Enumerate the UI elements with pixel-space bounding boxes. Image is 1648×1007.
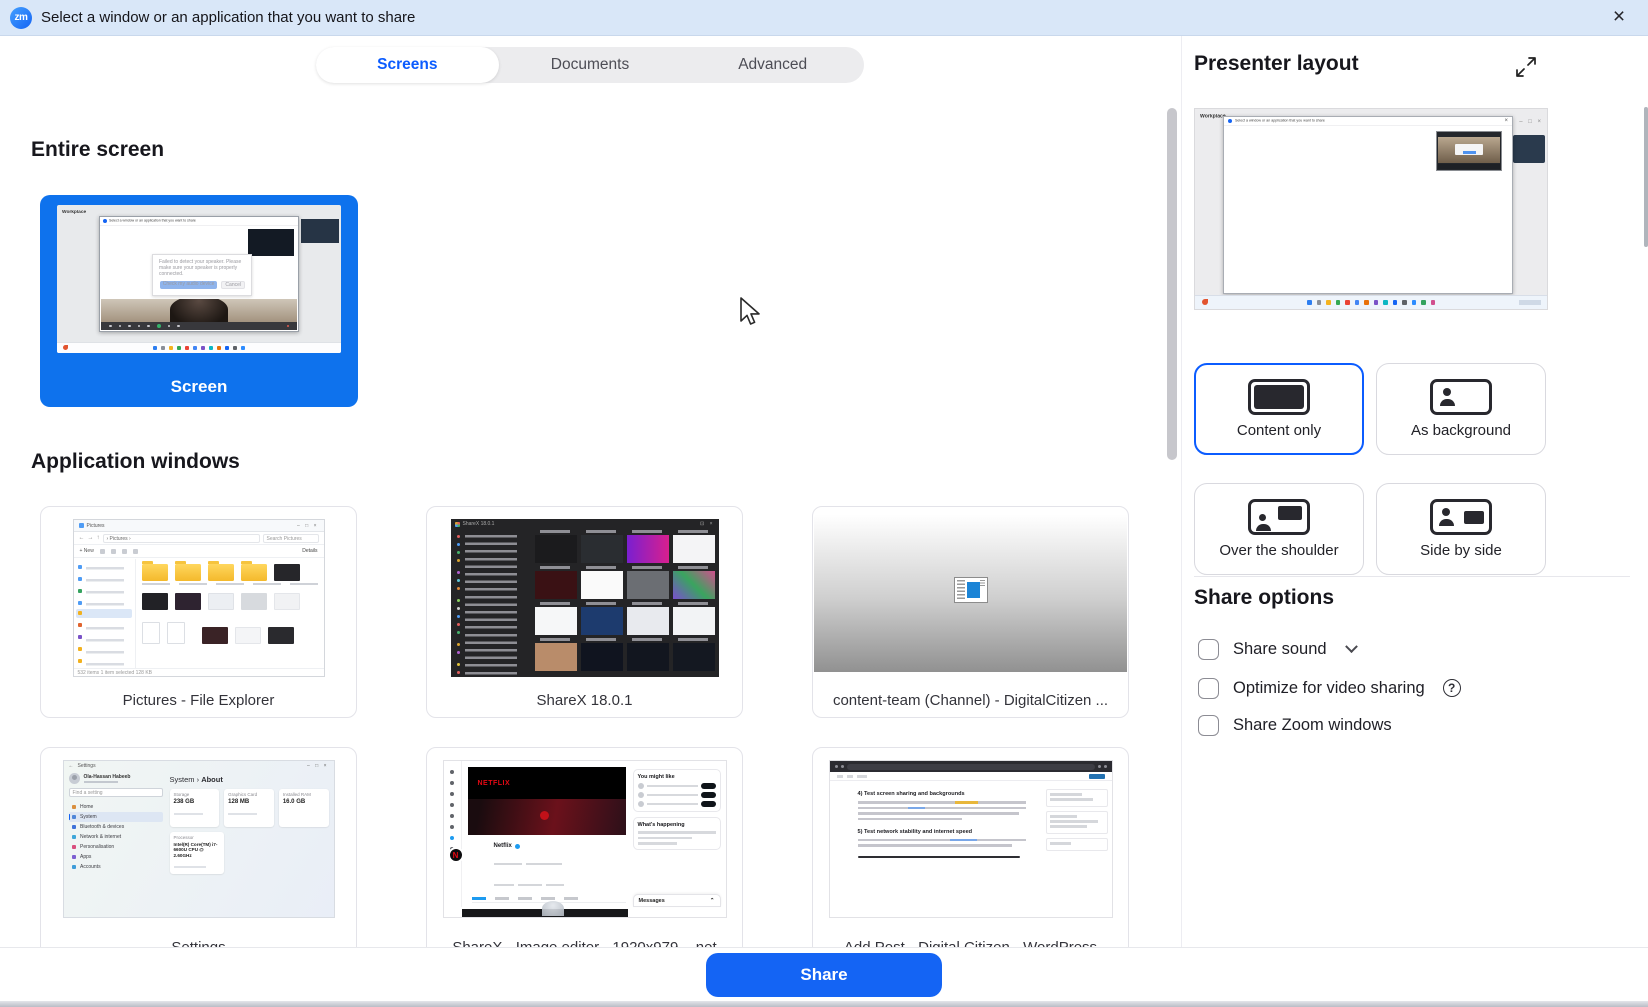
explorer-thumbnail: Pictures – □ × ← → ↑ › Pictures › Search Pi… xyxy=(72,519,325,677)
wordpress-thumbnail: 4) Test screen sharing and backgrounds 5… xyxy=(828,760,1113,918)
layout-option-content-only[interactable]: Content only xyxy=(1194,363,1364,455)
app-window-card-sharex[interactable]: ShareX 18.0.1 ⊡ × ShareX 18.0.1 xyxy=(426,506,743,718)
taskbar-logo-icon xyxy=(1202,299,1208,305)
webcam-feed xyxy=(101,299,297,322)
messages-bar: Messages ⌃ xyxy=(632,894,721,907)
settings-about-page: System › About Storage 238 GB Graphics Ca… xyxy=(169,775,329,917)
hero-image xyxy=(467,799,626,835)
entire-screen-heading: Entire screen xyxy=(31,138,165,161)
avatar xyxy=(68,773,80,784)
app-window-card-content-team[interactable]: content-team (Channel) - DigitalCitizen … xyxy=(812,506,1129,718)
presenter-layout-title: Presenter layout xyxy=(1194,52,1359,75)
screen-tile[interactable]: Workplace Select a window or an applicat… xyxy=(40,195,358,407)
sharex-thumbnail: ShareX 18.0.1 ⊡ × xyxy=(450,519,719,677)
mini-taskbar xyxy=(57,342,341,353)
titlebar: zm Select a window or an application tha… xyxy=(0,0,1648,36)
main-content: Screens Documents Advanced Entire screen… xyxy=(0,36,1181,959)
tab-advanced[interactable]: Advanced xyxy=(681,47,864,83)
explorer-sidebar xyxy=(73,559,136,668)
window-bottom-edge xyxy=(0,1001,1648,1007)
zoom-logo-icon: zm xyxy=(10,6,32,29)
divider xyxy=(1194,576,1630,577)
person-silhouette xyxy=(170,299,228,322)
tab-documents[interactable]: Documents xyxy=(499,47,682,83)
optimize-video-checkbox[interactable] xyxy=(1198,677,1219,699)
screen-tile-label: Screen xyxy=(170,377,228,396)
help-icon[interactable]: ? xyxy=(1442,679,1461,697)
explorer-folder-grid xyxy=(136,559,324,668)
screen-thumbnail: Workplace Select a window or an applicat… xyxy=(57,205,341,353)
layout-option-side-by-side[interactable]: Side by side xyxy=(1376,483,1546,575)
share-zoom-windows-checkbox[interactable] xyxy=(1198,714,1219,736)
tab-screens[interactable]: Screens xyxy=(316,47,499,83)
app-window-card-settings[interactable]: ← Settings – □ × Ola-Hassan Habeeb Find a … xyxy=(40,747,357,959)
sharex-menu xyxy=(450,531,531,677)
video-panel xyxy=(301,219,339,243)
you-might-like-box: You might like xyxy=(632,769,721,812)
share-options-title: Share options xyxy=(1194,586,1335,609)
share-dialog: zm Select a window or an application tha… xyxy=(0,0,1648,1007)
panel-scrollbar-thumb[interactable] xyxy=(1644,107,1648,247)
meeting-toolbar xyxy=(101,322,297,330)
app-window-card-pictures[interactable]: Pictures – □ × ← → ↑ › Pictures › Search Pi… xyxy=(40,506,357,718)
side-by-side-icon xyxy=(1430,499,1492,535)
nav-rail xyxy=(444,761,462,907)
workplace-label: Workplace xyxy=(62,210,87,215)
check-audio-button: Check my audio device xyxy=(159,281,218,289)
search-pictures-box: Search Pictures xyxy=(262,533,319,543)
profile-avatar: N xyxy=(447,847,464,863)
post-content: 4) Test screen sharing and backgrounds 5… xyxy=(857,791,1026,858)
layout-option-as-background[interactable]: As background xyxy=(1376,363,1546,455)
dialog-title: Select a window or an application that y… xyxy=(41,9,416,26)
presenter-preview: Workplace – □ × Select a window or an ap… xyxy=(1194,108,1548,310)
share-sound-option: Share sound xyxy=(1198,634,1358,664)
app-window-label: ShareX 18.0.1 xyxy=(536,692,633,709)
content-only-icon xyxy=(1248,379,1310,415)
close-icon[interactable]: × xyxy=(1604,0,1634,36)
app-window-label: content-team (Channel) - DigitalCitizen … xyxy=(832,692,1109,709)
settings-thumbnail: ← Settings – □ × Ola-Hassan Habeeb Find a … xyxy=(62,760,335,918)
placeholder-thumbnail xyxy=(814,508,1127,672)
mini-video-tile xyxy=(248,229,294,256)
share-button[interactable]: Share xyxy=(706,953,942,997)
folder-icon xyxy=(141,561,168,581)
over-the-shoulder-icon xyxy=(1248,499,1310,535)
whats-happening-box: What's happening xyxy=(632,817,721,850)
layout-option-over-the-shoulder[interactable]: Over the shoulder xyxy=(1194,483,1364,575)
mini-dialog-window: Select a window or an application that y… xyxy=(99,216,299,332)
preview-dialog-window: Select a window or an application that y… xyxy=(1223,116,1513,294)
share-zoom-windows-option: Share Zoom windows xyxy=(1198,710,1392,740)
app-window-card-wordpress[interactable]: 4) Test screen sharing and backgrounds 5… xyxy=(812,747,1129,959)
sharex-image-grid xyxy=(534,530,715,675)
chevron-down-icon[interactable] xyxy=(1344,639,1358,653)
app-window-label: Pictures - File Explorer xyxy=(122,692,275,709)
application-windows-heading: Application windows xyxy=(31,450,240,473)
horizontal-scrollbar xyxy=(857,855,1021,858)
as-background-icon xyxy=(1430,379,1492,415)
cancel-button: Cancel xyxy=(221,281,245,289)
expand-icon[interactable] xyxy=(1515,56,1537,78)
share-sound-checkbox[interactable] xyxy=(1198,638,1219,660)
scrollbar-thumb[interactable] xyxy=(1167,108,1177,460)
webcam-preview xyxy=(1436,131,1502,171)
editor-thumbnail: NETFLIX Netflix N You might like What's … xyxy=(442,760,727,918)
presenter-layout-panel: Presenter layout Workplace – □ × Select … xyxy=(1181,36,1648,947)
editor-sidebar xyxy=(1045,789,1108,855)
speaker-error-dialog: Failed to detect your speaker. Please ma… xyxy=(152,254,252,296)
window-icon xyxy=(953,577,988,603)
browser-bar xyxy=(829,761,1112,772)
tab-bar: Screens Documents Advanced xyxy=(316,47,864,83)
video-panel xyxy=(1513,135,1545,163)
optimize-video-option: Optimize for video sharing ? xyxy=(1198,673,1461,703)
app-window-card-image-editor[interactable]: NETFLIX Netflix N You might like What's … xyxy=(426,747,743,959)
netflix-banner: NETFLIX xyxy=(467,767,626,799)
preview-taskbar xyxy=(1195,295,1547,309)
settings-sidebar: Ola-Hassan Habeeb Find a setting Home Sy… xyxy=(68,773,163,917)
taskbar-logo-icon xyxy=(63,345,68,350)
globe-watermark xyxy=(541,901,564,916)
footer-bar: Share xyxy=(0,947,1648,1007)
verified-icon xyxy=(514,843,520,849)
